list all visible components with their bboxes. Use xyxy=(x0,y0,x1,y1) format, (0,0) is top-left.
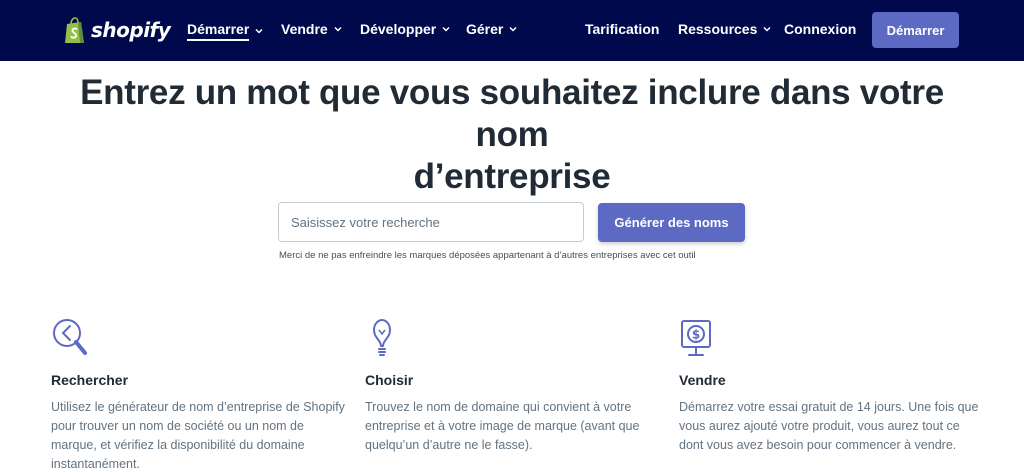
chevron-down-icon xyxy=(509,26,517,32)
logo-wordmark: shopify xyxy=(91,18,171,42)
nav-ressources[interactable]: Ressources xyxy=(678,21,771,37)
page-title: Entrez un mot que vous souhaitez inclure… xyxy=(40,72,984,198)
dollar-sign-icon: $ xyxy=(681,320,711,356)
page-title-line-1: Entrez un mot que vous souhaitez inclure… xyxy=(80,73,944,154)
nav-demarrer-label: Démarrer xyxy=(187,21,250,41)
feature-choisir: Choisir Trouvez le nom de domaine qui co… xyxy=(365,318,665,452)
page-title-line-2: d’entreprise xyxy=(413,157,611,196)
nav-vendre-label: Vendre xyxy=(281,21,328,37)
shopping-bag-icon xyxy=(65,16,84,43)
start-button[interactable]: Démarrer xyxy=(872,12,959,48)
top-navigation: shopify Démarrer Vendre Développer Gérer… xyxy=(0,0,1024,61)
feature-description: Trouvez le nom de domaine qui convient à… xyxy=(365,400,640,452)
chevron-down-icon xyxy=(255,28,263,34)
nav-developper[interactable]: Développer xyxy=(360,21,450,37)
chevron-down-icon xyxy=(763,26,771,32)
nav-connexion[interactable]: Connexion xyxy=(784,21,856,37)
feature-description: Démarrez votre essai gratuit de 14 jours… xyxy=(679,400,979,452)
lightbulb-icon xyxy=(373,319,391,356)
generate-names-button[interactable]: Générer des noms xyxy=(598,203,745,242)
svg-text:$: $ xyxy=(692,328,700,342)
nav-connexion-label: Connexion xyxy=(784,21,857,37)
feature-title: Vendre xyxy=(679,372,726,388)
search-input[interactable] xyxy=(278,202,584,242)
nav-demarrer[interactable]: Démarrer xyxy=(187,21,263,41)
nav-gerer-label: Gérer xyxy=(466,21,504,37)
feature-vendre: $ Vendre Démarrez votre essai gratuit de… xyxy=(679,318,979,452)
trademark-disclaimer: Merci de ne pas enfreindre les marques d… xyxy=(279,250,696,261)
nav-vendre[interactable]: Vendre xyxy=(281,21,342,37)
feature-rechercher: Rechercher Utilisez le générateur de nom… xyxy=(51,318,351,471)
feature-title: Choisir xyxy=(365,372,414,388)
nav-tarification-label: Tarification xyxy=(585,21,660,37)
chevron-down-icon xyxy=(442,26,450,32)
nav-tarification[interactable]: Tarification xyxy=(585,21,659,37)
nav-developper-label: Développer xyxy=(360,21,437,37)
feature-title: Rechercher xyxy=(51,372,129,388)
chevron-down-icon xyxy=(334,26,342,32)
nav-ressources-label: Ressources xyxy=(678,21,758,37)
feature-description: Utilisez le générateur de nom d’entrepri… xyxy=(51,400,345,471)
shopify-logo[interactable]: shopify xyxy=(64,15,171,45)
nav-gerer[interactable]: Gérer xyxy=(466,21,517,37)
magnifier-icon xyxy=(53,319,87,355)
